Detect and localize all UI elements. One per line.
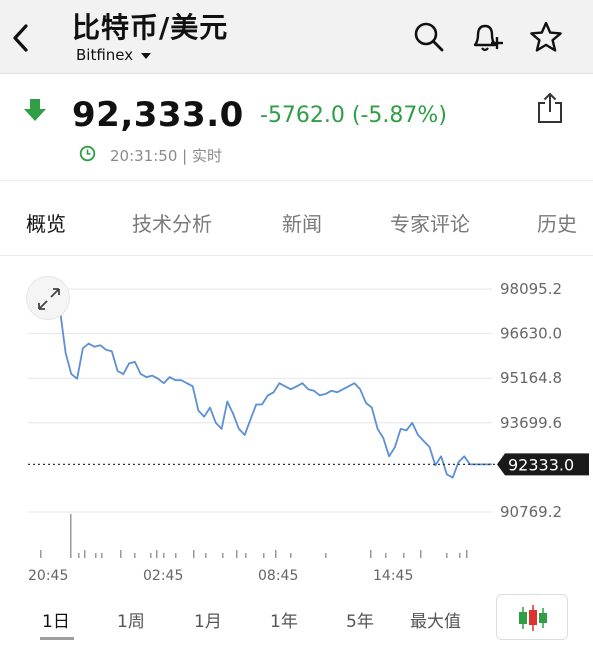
volume-bar (466, 550, 468, 558)
share-button[interactable] (536, 91, 564, 129)
section-tabs: 概览 技术分析 新闻 专家评论 历史 (0, 182, 593, 256)
y-tick-label: 98095.2 (500, 280, 562, 298)
volume-bar (459, 553, 461, 558)
price-change: -5762.0 (-5.87%) (260, 103, 447, 128)
volume-bar (193, 550, 195, 558)
favorite-button[interactable] (528, 20, 562, 54)
volume-bar (120, 550, 122, 558)
volume-bar (84, 550, 86, 558)
tab-history[interactable]: 历史 (537, 208, 577, 237)
back-button[interactable] (6, 20, 36, 56)
volume-bar (385, 553, 387, 558)
candlestick-icon (519, 605, 547, 631)
search-button[interactable] (412, 20, 446, 54)
search-icon (414, 22, 444, 52)
candlestick-toggle-button[interactable] (496, 594, 568, 640)
volume-bar (175, 553, 177, 558)
exchange-selector[interactable]: Bitfinex (76, 46, 152, 64)
quote-panel: 92,333.0 -5762.0 (-5.87%) 20:31:50 | 实时 (0, 75, 593, 181)
volume-bar (205, 553, 207, 558)
caret-down-icon (141, 52, 152, 59)
page-title: 比特币/美元 (72, 11, 229, 44)
volume-bar (275, 550, 277, 558)
share-icon (538, 92, 562, 123)
volume-bar (370, 550, 372, 558)
volume-bar (78, 553, 80, 558)
volume-bar (263, 553, 265, 558)
volume-bar (290, 553, 292, 558)
expand-icon (38, 288, 60, 310)
y-tick-label: 95164.8 (500, 369, 562, 387)
star-icon (530, 21, 562, 52)
volume-bar (403, 553, 405, 558)
volume-bar (245, 553, 247, 558)
tab-technical[interactable]: 技术分析 (132, 208, 212, 237)
add-alert-button[interactable] (469, 20, 503, 54)
tab-overview[interactable]: 概览 (26, 208, 66, 237)
volume-bar (134, 553, 136, 558)
tab-news[interactable]: 新闻 (282, 208, 322, 237)
volume-bar (420, 550, 422, 558)
volume-bar (236, 550, 238, 558)
volume-bar (70, 514, 72, 558)
bell-plus-icon (473, 24, 503, 52)
period-1m[interactable]: 1月 (194, 607, 222, 632)
volume-bar (222, 553, 224, 558)
volume-bar (156, 550, 158, 558)
volume-bar (40, 550, 42, 558)
expand-chart-button[interactable] (26, 276, 70, 320)
tab-expert[interactable]: 专家评论 (390, 208, 470, 237)
volume-bar (101, 553, 103, 558)
x-tick-label: 02:45 (143, 568, 183, 584)
volume-bar (163, 553, 165, 558)
period-1w[interactable]: 1周 (117, 607, 145, 632)
price-line (53, 299, 471, 479)
current-price-label: 92333.0 (508, 455, 574, 474)
chevron-left-icon (13, 24, 28, 52)
x-tick-label: 14:45 (373, 568, 413, 584)
volume-bar (325, 553, 327, 558)
x-tick-label: 08:45 (258, 568, 298, 584)
volume-bar (95, 553, 97, 558)
period-1d[interactable]: 1日 (42, 607, 70, 632)
y-tick-label: 96630.0 (500, 325, 562, 343)
exchange-label: Bitfinex (76, 46, 134, 64)
price-chart: 98095.2 96630.0 95164.8 93699.6 90769.2 20:45… (28, 280, 589, 584)
quote-time: 20:31:50 | 实时 (110, 147, 222, 165)
y-tick-label: 93699.6 (500, 414, 562, 432)
arrow-down-icon (24, 99, 46, 121)
period-5y[interactable]: 5年 (346, 607, 374, 632)
volume-bar (150, 553, 152, 558)
top-bar: 比特币/美元 Bitfinex (0, 0, 593, 74)
last-price: 92,333.0 (72, 95, 244, 135)
active-period-indicator (40, 637, 74, 640)
period-max[interactable]: 最大值 (410, 607, 461, 632)
clock-icon (79, 145, 96, 162)
y-tick-label: 90769.2 (500, 503, 562, 521)
period-1y[interactable]: 1年 (270, 607, 298, 632)
x-tick-label: 20:45 (28, 568, 68, 584)
volume-bar (446, 553, 448, 558)
